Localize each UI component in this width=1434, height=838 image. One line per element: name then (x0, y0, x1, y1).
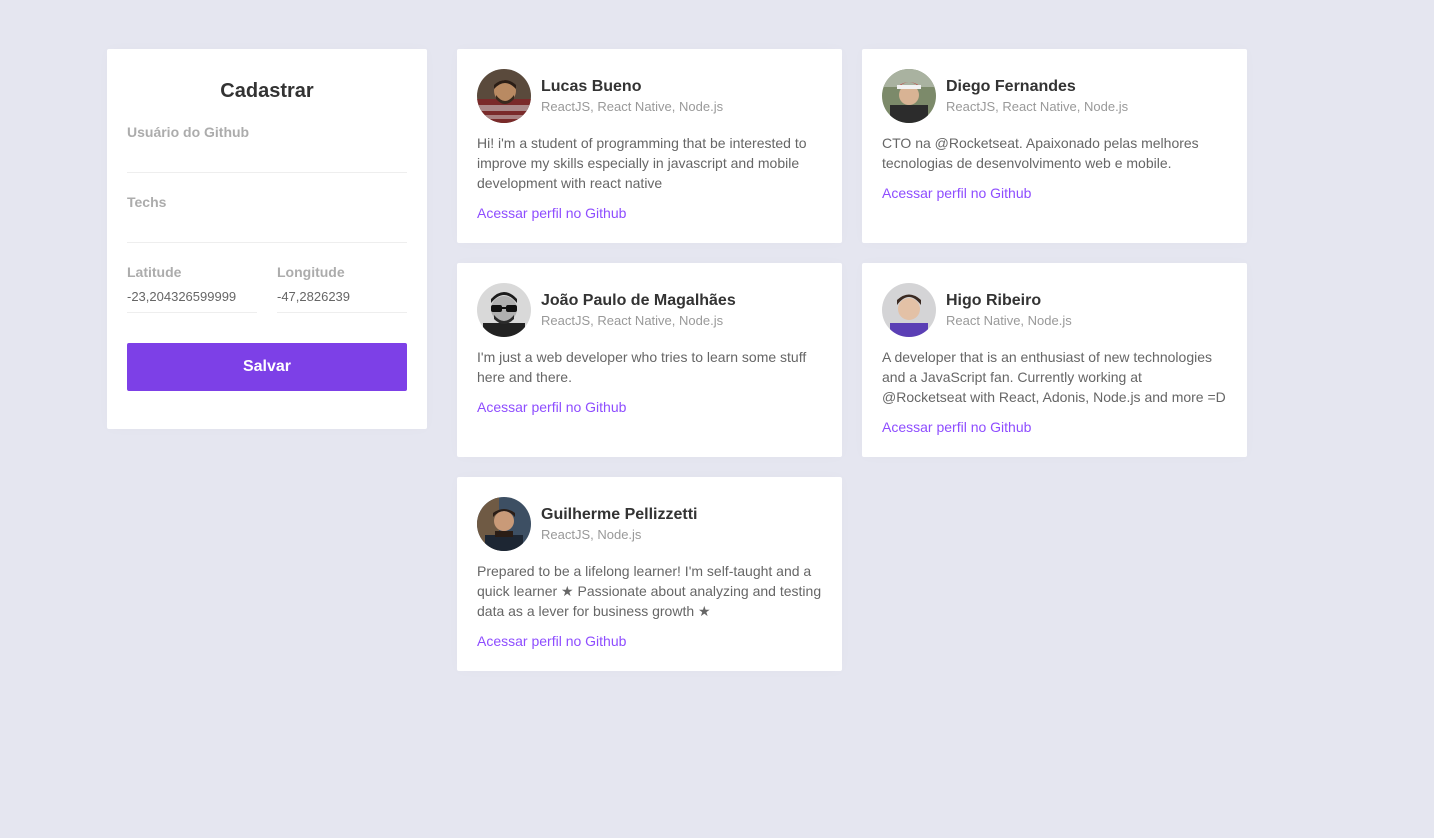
dev-list: Lucas Bueno ReactJS, React Native, Node.… (457, 49, 1247, 671)
register-form-panel: Cadastrar Usuário do Github Techs Latitu… (107, 49, 427, 429)
user-info: Lucas Bueno ReactJS, React Native, Node.… (541, 77, 723, 115)
techs-field-group: Techs (127, 193, 407, 243)
coordinates-row: Latitude Longitude (127, 263, 407, 313)
user-bio: A developer that is an enthusiast of new… (882, 349, 1226, 405)
avatar (477, 69, 531, 123)
user-info: Higo Ribeiro React Native, Node.js (946, 291, 1072, 329)
user-name: Lucas Bueno (541, 78, 642, 95)
techs-input[interactable] (127, 211, 407, 243)
app-root: Cadastrar Usuário do Github Techs Latitu… (0, 0, 1434, 838)
user-techs: React Native, Node.js (946, 313, 1072, 328)
dev-card: Guilherme Pellizzetti ReactJS, Node.js P… (457, 477, 842, 671)
techs-label: Techs (127, 194, 167, 210)
user-bio: Prepared to be a lifelong learner! I'm s… (477, 563, 822, 619)
user-techs: ReactJS, Node.js (541, 527, 642, 542)
avatar (882, 283, 936, 337)
user-info: João Paulo de Magalhães ReactJS, React N… (541, 291, 736, 329)
form-title: Cadastrar (220, 80, 314, 102)
longitude-label: Longitude (277, 264, 345, 280)
dev-card-header: Guilherme Pellizzetti ReactJS, Node.js (477, 497, 822, 551)
github-profile-link[interactable]: Acessar perfil no Github (882, 183, 1031, 203)
dev-card: João Paulo de Magalhães ReactJS, React N… (457, 263, 842, 457)
user-techs: ReactJS, React Native, Node.js (541, 313, 724, 328)
github-username-input[interactable] (127, 141, 407, 173)
dev-card: Higo Ribeiro React Native, Node.js A dev… (862, 263, 1247, 457)
user-techs: ReactJS, React Native, Node.js (541, 99, 724, 114)
github-username-field-group: Usuário do Github (127, 123, 407, 173)
dev-card: Lucas Bueno ReactJS, React Native, Node.… (457, 49, 842, 243)
register-form: Usuário do Github Techs Latitude Longitu… (127, 123, 407, 391)
user-name: Guilherme Pellizzetti (541, 506, 698, 523)
avatar (477, 283, 531, 337)
latitude-input[interactable] (127, 281, 257, 313)
dev-card-header: Lucas Bueno ReactJS, React Native, Node.… (477, 69, 822, 123)
user-bio: Hi! i'm a student of programming that be… (477, 135, 807, 191)
user-info: Diego Fernandes ReactJS, React Native, N… (946, 77, 1128, 115)
longitude-field-group: Longitude (277, 263, 407, 313)
github-profile-link[interactable]: Acessar perfil no Github (477, 203, 626, 223)
github-profile-link[interactable]: Acessar perfil no Github (477, 397, 626, 417)
save-button[interactable]: Salvar (127, 343, 407, 391)
github-profile-link[interactable]: Acessar perfil no Github (882, 417, 1031, 437)
longitude-input[interactable] (277, 281, 407, 313)
latitude-field-group: Latitude (127, 263, 257, 313)
user-name: Diego Fernandes (946, 78, 1076, 95)
user-bio: CTO na @Rocketseat. Apaixonado pelas mel… (882, 135, 1199, 171)
latitude-label: Latitude (127, 264, 182, 280)
user-name: João Paulo de Magalhães (541, 292, 736, 309)
user-bio: I'm just a web developer who tries to le… (477, 349, 807, 385)
dev-card-header: Diego Fernandes ReactJS, React Native, N… (882, 69, 1227, 123)
user-name: Higo Ribeiro (946, 292, 1042, 309)
dev-card: Diego Fernandes ReactJS, React Native, N… (862, 49, 1247, 243)
avatar (477, 497, 531, 551)
avatar (882, 69, 936, 123)
dev-card-header: João Paulo de Magalhães ReactJS, React N… (477, 283, 822, 337)
user-techs: ReactJS, React Native, Node.js (946, 99, 1129, 114)
user-info: Guilherme Pellizzetti ReactJS, Node.js (541, 505, 697, 543)
github-profile-link[interactable]: Acessar perfil no Github (477, 631, 626, 651)
github-username-label: Usuário do Github (127, 124, 250, 140)
dev-card-header: Higo Ribeiro React Native, Node.js (882, 283, 1227, 337)
